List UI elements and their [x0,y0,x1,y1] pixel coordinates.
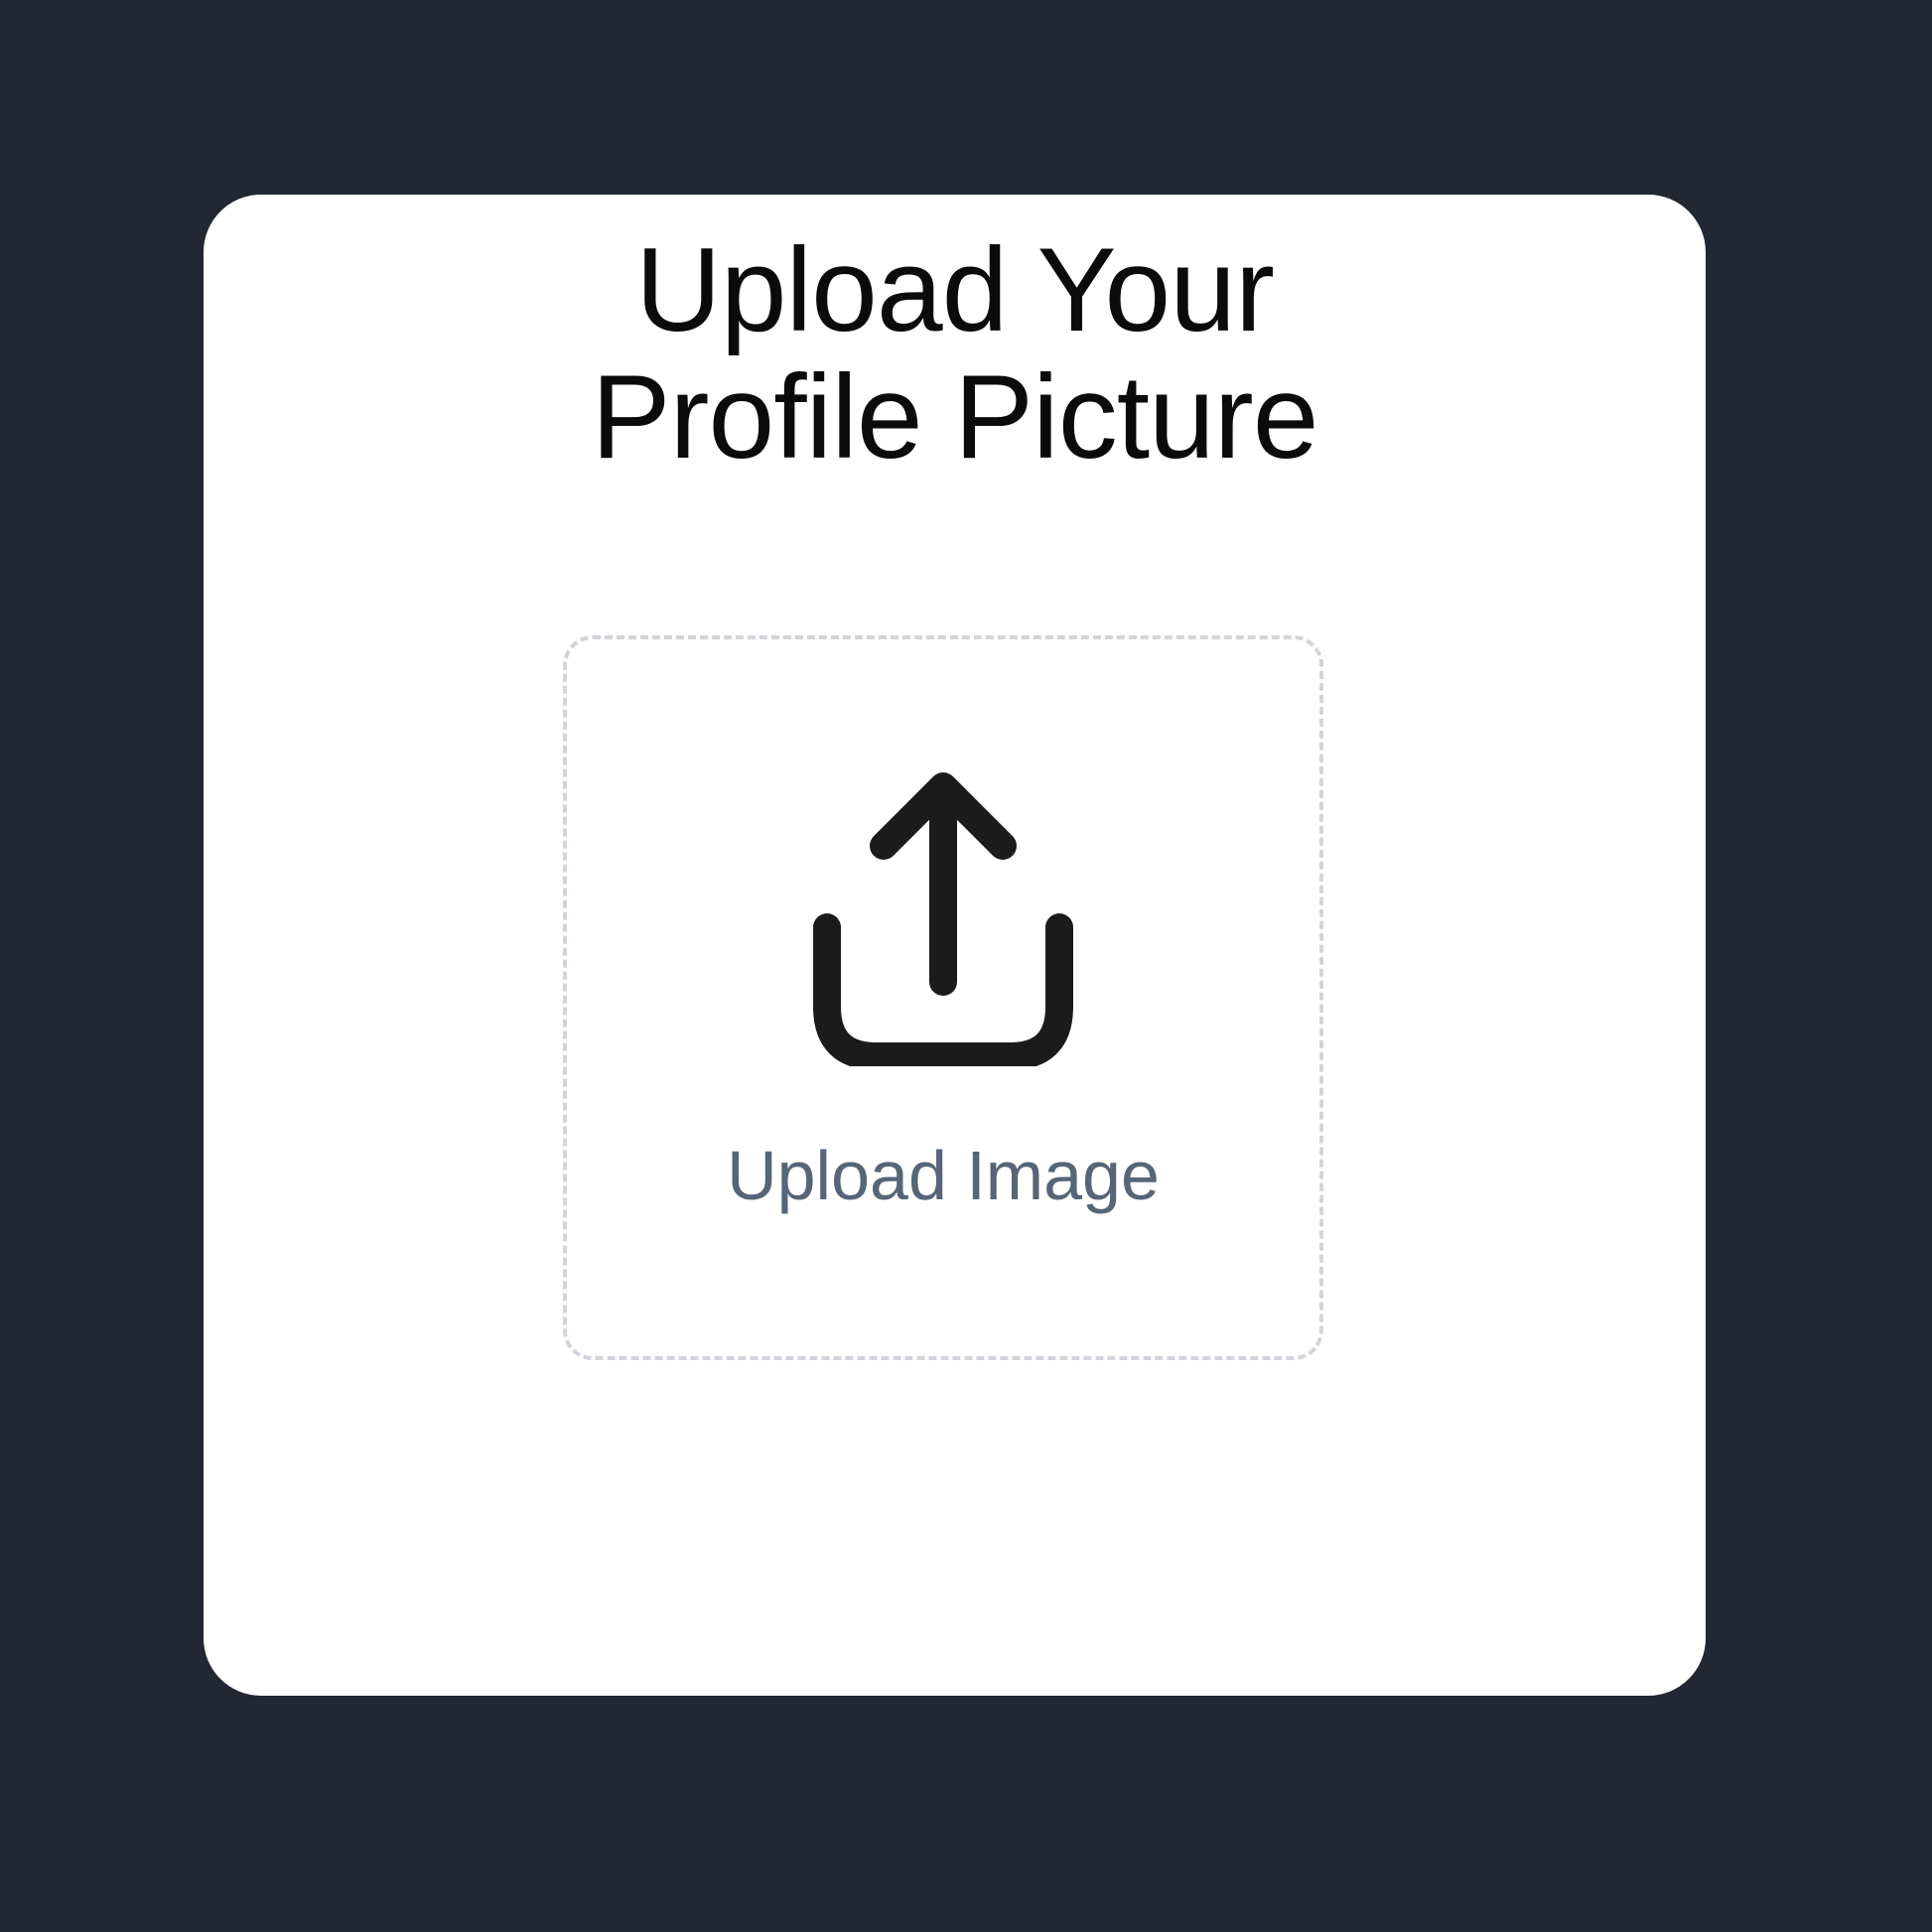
title-line-1: Upload Your [635,223,1275,356]
title-line-2: Profile Picture [591,350,1319,483]
upload-card: Upload Your Profile Picture Upload Image [204,195,1706,1696]
upload-image-label: Upload Image [727,1137,1160,1214]
upload-icon [813,772,1073,1066]
upload-dropzone[interactable]: Upload Image [563,635,1323,1360]
page-title: Upload Your Profile Picture [204,226,1706,481]
